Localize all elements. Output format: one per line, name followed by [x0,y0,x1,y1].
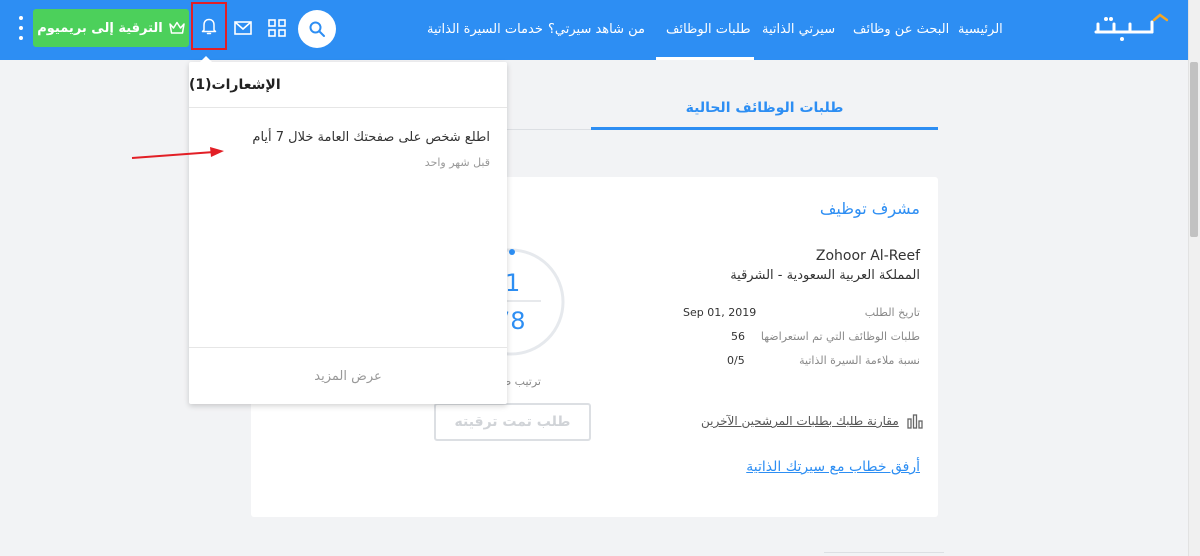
nav-active-indicator [656,57,754,60]
page-scrollbar-thumb[interactable] [1190,62,1198,237]
bell-icon [201,18,217,35]
kebab-icon [19,16,23,20]
upgraded-application-label: طلب تمت ترقيته [454,414,571,430]
notification-time: قبل شهر واحد [424,156,490,169]
kebab-dot [19,26,23,30]
logo-mark [1094,13,1169,41]
nav-job-applications[interactable]: طلبات الوظائف [666,18,751,42]
next-card-edge [824,552,944,553]
compare-applications-link[interactable]: مقارنة طلبك بطلبات المرشحين الآخرين [701,413,923,429]
site-logo[interactable] [1094,10,1169,44]
nav-job-search[interactable]: البحث عن وظائف [853,18,949,42]
grid-icon [268,19,286,37]
view-more-label: عرض المزيد [314,368,382,384]
messages-button[interactable] [230,14,256,42]
notifications-button[interactable] [191,2,227,50]
envelope-icon [234,21,252,35]
cv-match-label: نسبة ملاءمة السيرة الذاتية [799,354,920,367]
apps-button[interactable] [264,14,290,42]
applications-reviewed-label: طلبات الوظائف التي تم استعراضها [760,330,920,343]
search-button[interactable] [298,10,336,48]
upgrade-premium-button[interactable]: الترقية إلى بريميوم [33,9,189,47]
applications-reviewed-value: 56 [731,330,745,343]
notifications-dropdown: الإشعارات(1) اطلع شخص على صفحتك العامة خ… [189,62,507,404]
job-location: المملكة العربية السعودية - الشرقية [730,268,920,283]
job-title[interactable]: مشرف توظيف [820,199,920,218]
nav-cv-services[interactable]: خدمات السيرة الذاتية [427,18,543,42]
crown-icon [169,21,185,34]
application-date-label: تاريخ الطلب [864,306,920,319]
tab-current-applications[interactable]: طلبات الوظائف الحالية [591,88,938,130]
top-navigation-bar: الرئيسية البحث عن وظائف سيرتي الذاتية طل… [0,0,1188,60]
company-name: Zohoor Al-Reef [815,248,920,264]
more-options-button[interactable] [15,16,27,40]
cv-match-value: 0/5 [727,354,745,367]
upgrade-premium-label: الترقية إلى بريميوم [37,20,163,36]
attach-cover-letter-link[interactable]: أرفق خطاب مع سيرتك الذاتية [746,459,920,475]
nav-who-viewed-cv[interactable]: من شاهد سيرتي؟ [548,18,645,42]
notifications-title: الإشعارات(1) [189,62,507,108]
notification-message[interactable]: اطلع شخص على صفحتك العامة خلال 7 أيام [252,130,490,145]
bar-chart-icon [907,414,923,429]
tab-current-applications-label: طلبات الوظائف الحالية [685,99,844,116]
kebab-dot [19,36,23,40]
search-icon [309,21,325,37]
view-more-notifications-button[interactable]: عرض المزيد [189,347,507,404]
application-date-value: Sep 01, 2019 [683,306,757,319]
upgraded-application-button[interactable]: طلب تمت ترقيته [434,403,591,441]
rank-position: 1 [505,269,521,297]
compare-applications-label: مقارنة طلبك بطلبات المرشحين الآخرين [701,414,899,428]
notifications-caret [199,56,213,63]
nav-home[interactable]: الرئيسية [958,18,1003,42]
nav-my-cv[interactable]: سيرتي الذاتية [762,18,835,42]
annotation-arrow [131,147,224,159]
